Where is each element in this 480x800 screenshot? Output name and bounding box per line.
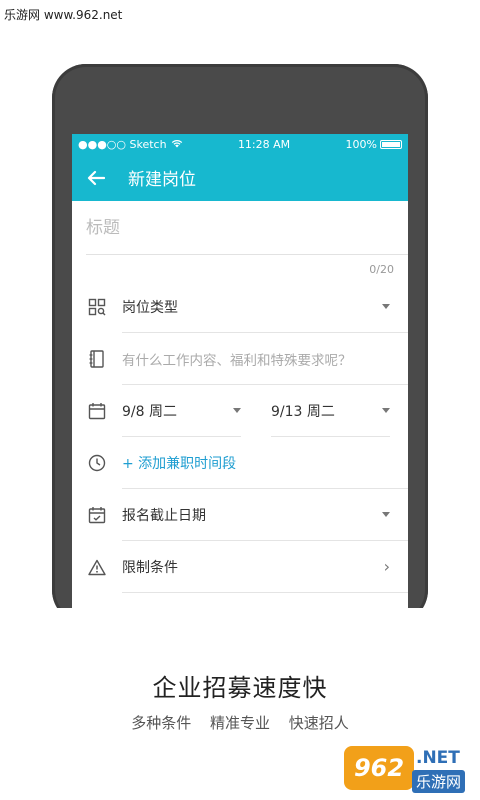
battery-percent: 100%	[345, 137, 377, 151]
job-type-label: 岗位类型	[122, 299, 178, 316]
title-counter: 0/20	[369, 263, 394, 276]
add-time-row: + 添加兼职时间段	[72, 437, 408, 489]
deadline-label: 报名截止日期	[122, 507, 206, 524]
battery-icon	[379, 139, 402, 149]
dropdown-arrow-icon	[382, 408, 390, 413]
start-date-value: 9/8 周二	[122, 403, 177, 420]
clock-icon	[72, 454, 122, 472]
calendar-icon	[72, 402, 122, 420]
promo-slogan: 企业招募速度快	[152, 674, 328, 702]
dropdown-arrow-icon	[233, 408, 241, 413]
arrow-left-icon	[87, 170, 105, 185]
chevron-right-icon: ›	[383, 557, 390, 576]
carrier-label: ●●●○○ Sketch	[78, 137, 167, 151]
job-type-row[interactable]: 岗位类型	[72, 281, 408, 333]
promo-subtitle: 多种条件 精准专业 快速招人	[131, 714, 349, 732]
logo-badge: 962	[344, 746, 414, 790]
calendar-check-icon	[72, 506, 122, 524]
end-date-value: 9/13 周二	[271, 403, 335, 420]
warning-icon	[72, 559, 122, 576]
status-time: 11:28 AM	[237, 137, 291, 151]
content-placeholder: 有什么工作内容、福利和特殊要求呢？	[122, 352, 352, 369]
status-bar: ●●●○○ Sketch 11:28 AM 100%	[72, 134, 408, 154]
watermark-text: 乐游网 www.962.net	[4, 8, 123, 22]
logo-cn: 乐游网	[412, 770, 466, 793]
dropdown-arrow-icon	[382, 512, 390, 517]
restrictions-label: 限制条件	[122, 559, 178, 576]
content-row[interactable]: 有什么工作内容、福利和特殊要求呢？	[72, 333, 408, 385]
add-time-slot-link[interactable]: + 添加兼职时间段	[122, 453, 236, 473]
phone-screen: ●●●○○ Sketch 11:28 AM 100% 新建岗位 0/20 岗位类…	[72, 134, 408, 610]
dropdown-arrow-icon	[382, 304, 390, 309]
date-range-row: 9/8 周二 9/13 周二	[72, 385, 408, 437]
start-date-select[interactable]: 9/8 周二	[122, 385, 241, 437]
title-input[interactable]	[86, 217, 408, 238]
restrictions-row[interactable]: 限制条件 ›	[72, 541, 408, 593]
site-logo: 962 .NET 乐游网	[344, 746, 474, 794]
back-button[interactable]	[72, 154, 120, 201]
notebook-icon	[72, 350, 122, 368]
grid-search-icon	[72, 298, 122, 316]
page-title: 新建岗位	[128, 170, 196, 190]
wifi-icon	[171, 138, 183, 151]
logo-net: .NET	[416, 748, 460, 768]
title-field[interactable]	[86, 201, 408, 255]
deadline-row[interactable]: 报名截止日期	[72, 489, 408, 541]
end-date-select[interactable]: 9/13 周二	[271, 385, 390, 437]
app-bar: 新建岗位	[72, 154, 408, 201]
